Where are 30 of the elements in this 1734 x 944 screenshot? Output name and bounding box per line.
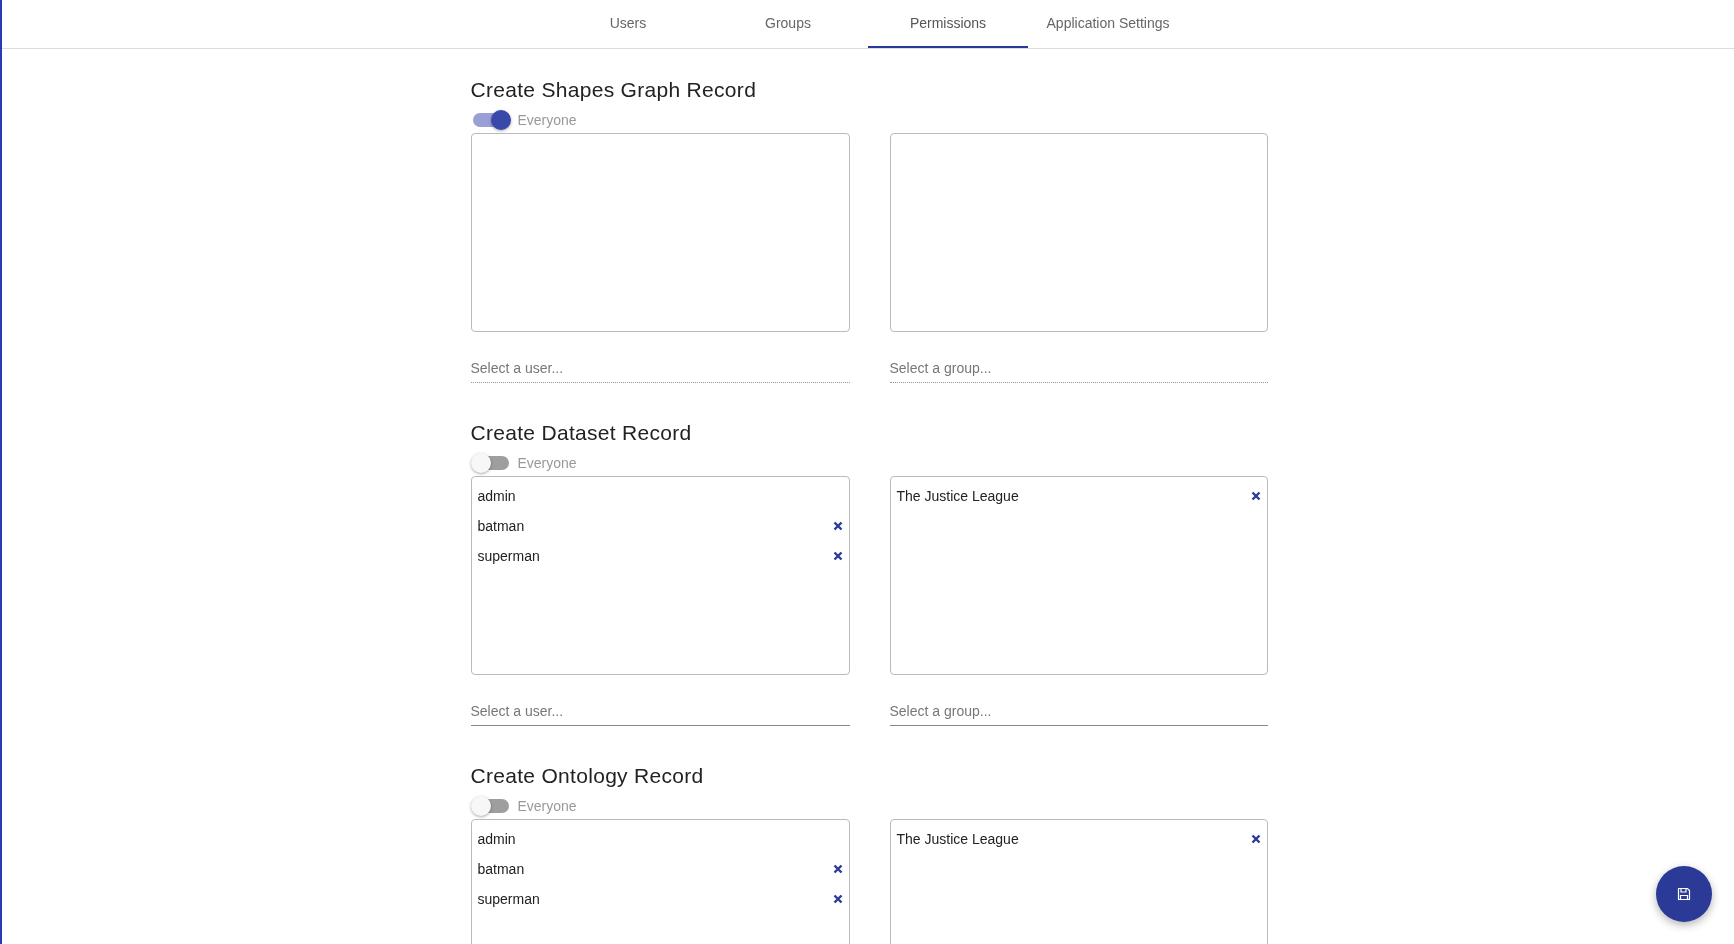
section-title: Create Ontology Record [470, 764, 705, 789]
group-select-field[interactable]: Select a group... [889, 699, 1268, 726]
list-item[interactable]: admin [477, 488, 516, 504]
section-title: Create Shapes Graph Record [470, 78, 758, 103]
list-item[interactable]: The Justice League [896, 488, 1019, 504]
remove-icon[interactable] [832, 894, 843, 904]
list-item[interactable]: superman [477, 548, 540, 564]
remove-icon[interactable] [832, 521, 843, 531]
toggle-switch[interactable] [472, 456, 509, 470]
save-button[interactable] [1656, 866, 1712, 922]
tab[interactable]: Groups [708, 0, 868, 48]
user-select-field[interactable]: Select a user... [470, 699, 850, 726]
toggle-label: Everyone [517, 798, 577, 814]
list-item[interactable]: superman [477, 891, 540, 907]
remove-icon[interactable] [1250, 834, 1261, 844]
remove-icon[interactable] [832, 551, 843, 561]
toggle-switch[interactable] [472, 799, 509, 813]
toggle-switch[interactable] [472, 113, 509, 127]
section-title: Create Dataset Record [470, 421, 693, 446]
list-item[interactable]: batman [477, 861, 525, 877]
toggle-label: Everyone [517, 455, 577, 471]
remove-icon[interactable] [1250, 491, 1261, 501]
tab[interactable]: Users [548, 0, 708, 48]
tab[interactable]: Permissions [868, 0, 1028, 48]
toggle-label: Everyone [517, 112, 577, 128]
list-item[interactable]: admin [477, 831, 516, 847]
list-item[interactable]: The Justice League [896, 831, 1019, 847]
list-item[interactable]: batman [477, 518, 525, 534]
tab[interactable]: Application Settings [1028, 0, 1188, 48]
remove-icon[interactable] [832, 864, 843, 874]
